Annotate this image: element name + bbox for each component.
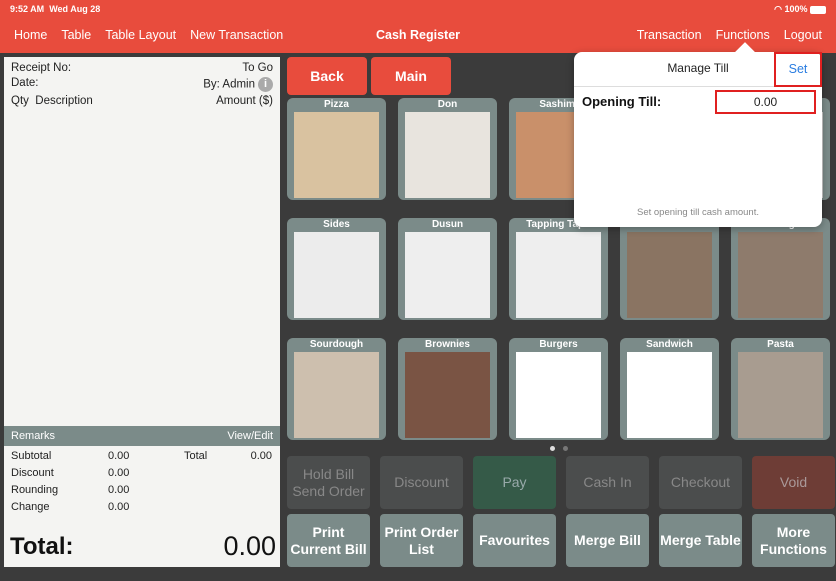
- product-image: [294, 112, 379, 198]
- product-tile[interactable]: Coffee: [620, 218, 719, 320]
- amount-header: Amount ($): [216, 95, 273, 107]
- status-date: Wed Aug 28: [49, 4, 101, 14]
- product-name: Dusun: [431, 219, 464, 230]
- cashier-label: By: Admin: [203, 78, 255, 91]
- change-label: Change: [11, 501, 50, 513]
- function-button-more-functions[interactable]: More Functions: [752, 514, 835, 567]
- product-image: [405, 112, 490, 198]
- product-image: [516, 232, 601, 318]
- product-image: [294, 352, 379, 438]
- product-name: Pasta: [767, 339, 794, 350]
- change-value: 0.00: [108, 501, 130, 513]
- function-button-checkout[interactable]: Checkout: [659, 456, 742, 509]
- rounding-label: Rounding: [11, 484, 59, 496]
- info-icon[interactable]: i: [258, 77, 273, 92]
- product-name: Sourdough: [309, 339, 364, 350]
- battery-icon: [810, 5, 826, 14]
- product-tile[interactable]: Burgers: [509, 338, 608, 440]
- nav-transaction[interactable]: Transaction: [637, 28, 702, 42]
- product-image: [294, 232, 379, 318]
- function-button-cash-in[interactable]: Cash In: [566, 456, 649, 509]
- product-image: [516, 352, 601, 438]
- product-tile[interactable]: Sourdough: [287, 338, 386, 440]
- product-image: [405, 232, 490, 318]
- status-time: 9:52 AM: [10, 4, 45, 14]
- product-image: [405, 352, 490, 438]
- product-image: [738, 232, 823, 318]
- subtotal-label: Subtotal: [11, 450, 52, 462]
- function-button-void[interactable]: Void: [752, 456, 835, 509]
- remarks-bar: Remarks View/Edit: [4, 426, 280, 446]
- product-name: Brownies: [424, 339, 470, 350]
- opening-till-label: Opening Till:: [582, 94, 662, 109]
- function-button-merge-table[interactable]: Merge Table: [659, 514, 742, 567]
- page-dot-active[interactable]: [550, 446, 555, 451]
- product-tile[interactable]: Pasta: [731, 338, 830, 440]
- back-button[interactable]: Back: [287, 57, 367, 95]
- function-button-merge-bill[interactable]: Merge Bill: [566, 514, 649, 567]
- date-label: Date:: [11, 77, 39, 89]
- remarks-label: Remarks: [11, 430, 56, 442]
- product-name: Pizza: [323, 99, 349, 110]
- function-button-pay[interactable]: Pay: [473, 456, 556, 509]
- description-header: Description: [35, 95, 93, 107]
- rounding-value: 0.00: [108, 484, 130, 496]
- view-edit-link[interactable]: View/Edit: [227, 430, 273, 442]
- main-button[interactable]: Main: [371, 57, 451, 95]
- total-small-value: 0.00: [250, 450, 272, 462]
- wifi-icon: ◠: [774, 4, 782, 14]
- function-button-print-order-list[interactable]: Print Order List: [380, 514, 463, 567]
- discount-label: Discount: [11, 467, 54, 479]
- receipt-panel: Receipt No: To Go Date: By: Admin i Qty Des…: [4, 57, 280, 567]
- total-label: Total:: [10, 533, 74, 560]
- to-go-label[interactable]: To Go: [242, 62, 273, 74]
- nav-bar: Home Table Table Layout New Transaction …: [0, 18, 836, 53]
- set-button[interactable]: Set: [774, 52, 822, 87]
- product-tile[interactable]: Don: [398, 98, 497, 200]
- function-button-print-current-bill[interactable]: Print Current Bill: [287, 514, 370, 567]
- popover-hint: Set opening till cash amount.: [637, 207, 759, 218]
- nav-logout[interactable]: Logout: [784, 28, 822, 42]
- product-image: [627, 352, 712, 438]
- product-tile[interactable]: Sides: [287, 218, 386, 320]
- battery-level: 100%: [784, 4, 808, 14]
- discount-value: 0.00: [108, 467, 130, 479]
- manage-till-popover: Manage Till Set Opening Till: 0.00 Set o…: [574, 42, 822, 227]
- nav-new-transaction[interactable]: New Transaction: [190, 28, 283, 42]
- opening-till-input[interactable]: 0.00: [715, 90, 816, 114]
- product-name: Sandwich: [646, 339, 693, 350]
- function-button-discount[interactable]: Discount: [380, 456, 463, 509]
- product-name: Burgers: [539, 339, 578, 350]
- nav-table-layout[interactable]: Table Layout: [105, 28, 176, 42]
- product-tile[interactable]: Brownies: [398, 338, 497, 440]
- function-button-hold-bill-send-order[interactable]: Hold Bill Send Order: [287, 456, 370, 509]
- page-dot[interactable]: [563, 446, 568, 451]
- total-value: 0.00: [223, 531, 276, 561]
- status-bar: 9:52 AM Wed Aug 28 ◠ 100%: [0, 0, 836, 18]
- product-tile[interactable]: Sandwich: [620, 338, 719, 440]
- product-tile[interactable]: Beverages: [731, 218, 830, 320]
- function-button-favourites[interactable]: Favourites: [473, 514, 556, 567]
- receipt-no-label: Receipt No:: [11, 62, 72, 74]
- product-tile[interactable]: Tapping Tapir: [509, 218, 608, 320]
- nav-functions[interactable]: Functions: [716, 28, 770, 42]
- nav-home[interactable]: Home: [14, 28, 47, 42]
- product-tile[interactable]: Pizza: [287, 98, 386, 200]
- product-image: [627, 232, 712, 318]
- product-name: Don: [437, 99, 458, 110]
- product-image: [738, 352, 823, 438]
- product-tile[interactable]: Dusun: [398, 218, 497, 320]
- total-small-label: Total: [184, 450, 208, 462]
- qty-header: Qty: [11, 95, 29, 107]
- subtotal-value: 0.00: [108, 450, 130, 462]
- nav-table[interactable]: Table: [61, 28, 91, 42]
- product-name: Sides: [323, 219, 350, 230]
